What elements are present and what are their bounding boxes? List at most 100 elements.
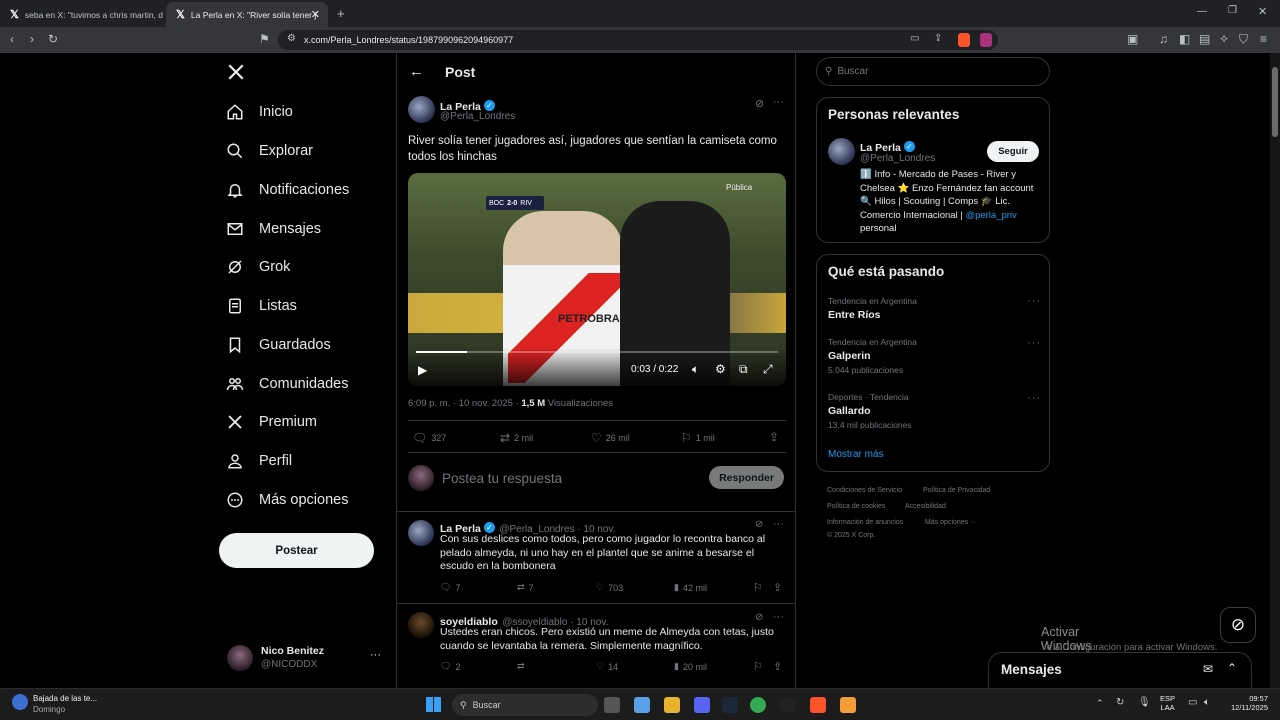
footer-link[interactable]: Accesibilidad xyxy=(905,503,946,510)
reply-button[interactable]: Responder xyxy=(709,466,784,489)
play-icon[interactable]: ▶ xyxy=(418,363,427,377)
copilot-icon[interactable] xyxy=(634,697,650,713)
sidebar-item-inicio[interactable]: Inicio xyxy=(225,97,293,127)
settings-gear-icon[interactable]: ⚙ xyxy=(715,362,726,376)
bookmark-action[interactable]: ⚐ 1 mil xyxy=(681,431,715,445)
bookmark-icon[interactable]: ⚐ xyxy=(753,660,763,673)
bookmark-page-icon[interactable]: ⚑ xyxy=(259,32,270,46)
cast-icon[interactable]: ▭ xyxy=(910,33,919,44)
share-icon[interactable]: ⇪ xyxy=(769,430,779,444)
url-field[interactable]: ⚙ x.com/Perla_Londres/status/19879909620… xyxy=(278,30,998,50)
post-author-avatar[interactable] xyxy=(408,96,435,123)
follow-button[interactable]: Seguir xyxy=(987,141,1039,162)
sidebar-item-perfil[interactable]: Perfil xyxy=(225,446,292,476)
trend-name[interactable]: Galperin xyxy=(828,350,871,362)
sidebar-item-explorar[interactable]: Explorar xyxy=(225,136,313,166)
sidebar-item-premium[interactable]: Premium xyxy=(225,407,317,437)
grok-icon[interactable]: ⊘ xyxy=(755,612,763,623)
sidebar-item-listas[interactable]: Listas xyxy=(225,291,297,321)
views-action[interactable]: ▮ 20 mil xyxy=(674,661,707,672)
video-progress-track[interactable] xyxy=(416,351,778,353)
discord-icon[interactable] xyxy=(694,697,710,713)
chrome-icon[interactable] xyxy=(750,697,766,713)
grok-icon[interactable]: ⊘ xyxy=(755,519,763,530)
page-scrollbar[interactable] xyxy=(1270,53,1280,688)
like-action[interactable]: ♡ 14 xyxy=(596,661,618,672)
new-message-icon[interactable]: ✉ xyxy=(1203,662,1213,676)
sidebar-item-notificaciones[interactable]: Notificaciones xyxy=(225,175,349,205)
brave-rewards-icon[interactable] xyxy=(980,33,992,47)
scrollbar-thumb[interactable] xyxy=(1272,67,1278,137)
back-arrow-icon[interactable]: ← xyxy=(409,63,424,80)
browser-tab-2[interactable]: 𝕏 La Perla en X: "River solía tener j ✕ xyxy=(166,2,328,27)
sidebar-item-mas-opciones[interactable]: Más opciones xyxy=(225,485,348,515)
share-icon[interactable]: ⇪ xyxy=(773,581,782,594)
file-explorer-icon[interactable] xyxy=(664,697,680,713)
reply-action[interactable]: 🗨︎ 327 xyxy=(412,431,446,445)
search-input[interactable]: ⚲ Buscar xyxy=(816,57,1050,86)
trend-name[interactable]: Gallardo xyxy=(828,405,871,417)
chevron-up-icon[interactable]: ⌃ xyxy=(1096,698,1104,709)
clock-time[interactable]: 09:57 xyxy=(1224,694,1268,703)
brave-shield-icon[interactable] xyxy=(958,33,970,47)
bio-link[interactable]: @perla_priv xyxy=(965,210,1016,221)
reply-action[interactable]: 🗨︎ 2 xyxy=(440,661,460,672)
steam-icon[interactable] xyxy=(722,697,738,713)
maximize-icon[interactable]: ❐ xyxy=(1228,5,1237,16)
news-widget-title[interactable]: Bajada de las te... xyxy=(33,694,97,703)
repost-action[interactable]: ⇄ xyxy=(517,661,529,672)
windows-start-icon[interactable] xyxy=(426,697,441,712)
account-switcher[interactable]: Nico Benitez @NICODDX ··· xyxy=(225,643,390,675)
avatar[interactable] xyxy=(828,138,855,165)
views-action[interactable]: ▮ 42 mil xyxy=(674,582,707,593)
browser-tab-1[interactable]: 𝕏 seba en X: "tuvimos a chris martin, d xyxy=(0,2,165,27)
brave-icon[interactable] xyxy=(810,697,826,713)
reply-input[interactable]: Postea tu respuesta xyxy=(442,471,562,486)
reply-item[interactable]: La Perla ✓ @Perla_Londres · 10 nov. ⊘ ···… xyxy=(397,512,795,602)
footer-link[interactable]: Política de Privacidad xyxy=(923,487,990,494)
media-icon[interactable]: ♫ xyxy=(1159,32,1168,46)
grok-float-button[interactable]: ⊘ xyxy=(1220,607,1256,643)
volume-icon[interactable]: 🔈︎ xyxy=(692,362,699,377)
grok-icon[interactable]: ⊘ xyxy=(755,97,764,110)
input-language[interactable]: ESP xyxy=(1160,694,1175,703)
like-action[interactable]: ♡ 26 mil xyxy=(591,431,630,445)
x-logo-icon[interactable] xyxy=(227,63,245,81)
more-options-icon[interactable]: ··· xyxy=(773,611,784,623)
site-info-icon[interactable]: ⚙ xyxy=(287,33,296,44)
sync-icon[interactable]: ↻ xyxy=(1116,697,1124,708)
taskbar-search[interactable]: ⚲ Buscar xyxy=(452,694,598,716)
minimize-icon[interactable]: — xyxy=(1197,6,1207,17)
more-icon[interactable]: ··· xyxy=(1027,295,1041,307)
volume-icon[interactable]: 🔈︎ xyxy=(1204,697,1210,708)
sidebar-item-guardados[interactable]: Guardados xyxy=(225,330,331,360)
menu-icon[interactable]: ≡ xyxy=(1260,32,1267,46)
footer-link[interactable]: Información de anuncios xyxy=(827,519,903,526)
like-action[interactable]: ♡ 703 xyxy=(596,582,623,593)
reply-action[interactable]: 🗨︎ 7 xyxy=(440,582,460,593)
leo-ai-icon[interactable]: ✧ xyxy=(1219,32,1229,46)
expand-icon[interactable]: ⌃ xyxy=(1227,661,1237,675)
fullscreen-icon[interactable]: ⤢ xyxy=(763,362,773,377)
sidebar-toggle-icon[interactable]: ◧ xyxy=(1179,32,1190,46)
vpn-icon[interactable]: ⛉ xyxy=(1239,32,1248,46)
picture-in-picture-icon[interactable]: ⧉ xyxy=(739,362,748,377)
mic-icon[interactable]: 🎙︎ xyxy=(1138,697,1151,708)
post-button[interactable]: Postear xyxy=(219,533,374,568)
close-window-icon[interactable]: ✕ xyxy=(1258,5,1267,18)
network-icon[interactable]: ▭ xyxy=(1188,697,1197,708)
footer-link[interactable]: Política de cookies xyxy=(827,503,885,510)
app-icon[interactable] xyxy=(780,697,796,713)
video-player[interactable]: PETROBRAS BOC 2-0 RIV Pública ▶ 0:03 / 0… xyxy=(408,173,786,386)
sidebar-item-comunidades[interactable]: Comunidades xyxy=(225,369,348,399)
more-options-icon[interactable]: ··· xyxy=(773,518,784,530)
show-more-link[interactable]: Mostrar más xyxy=(828,449,884,460)
app-icon[interactable] xyxy=(840,697,856,713)
more-icon[interactable]: ··· xyxy=(1027,392,1041,404)
more-icon[interactable]: ··· xyxy=(1027,337,1041,349)
share-icon[interactable]: ⇪ xyxy=(773,660,782,673)
task-view-icon[interactable] xyxy=(604,697,620,713)
avatar[interactable] xyxy=(408,520,434,546)
tab-search-icon[interactable]: ▣ xyxy=(1127,32,1138,46)
clock-date[interactable]: 12/11/2025 xyxy=(1224,703,1268,712)
